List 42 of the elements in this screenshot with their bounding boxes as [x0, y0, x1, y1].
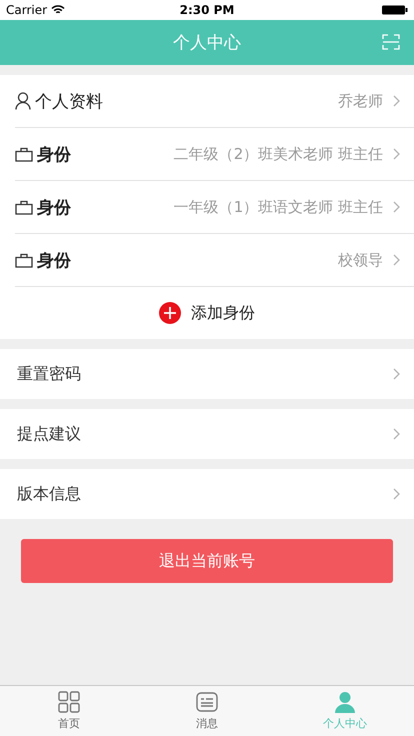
profile-row[interactable]: 身份 校领导 — [15, 234, 414, 287]
person-icon — [15, 92, 31, 110]
briefcase-icon — [15, 146, 33, 162]
wifi-icon — [51, 5, 66, 15]
menu-label: 重置密码 — [17, 364, 81, 384]
chevron-icon — [393, 488, 400, 500]
scan-icon[interactable] — [382, 34, 400, 50]
nav-title: 个人中心 — [173, 32, 241, 54]
grid-icon — [58, 691, 80, 713]
chevron-icon — [393, 368, 400, 380]
row-value: 二年级（2）班美术老师 班主任 — [174, 144, 383, 164]
chevron-icon — [393, 254, 400, 266]
row-label: 身份 — [37, 196, 71, 218]
chevron-icon — [393, 201, 400, 213]
row-label: 身份 — [37, 144, 71, 166]
profile-row[interactable]: 个人资料 乔老师 — [15, 75, 414, 128]
briefcase-icon — [15, 200, 33, 214]
add-identity-button[interactable]: 添加身份 — [159, 302, 255, 324]
tab[interactable]: 首页 — [0, 686, 138, 736]
chevron-icon — [393, 428, 400, 440]
row-value: 校领导 — [338, 250, 383, 270]
message-icon — [196, 691, 218, 713]
person-icon — [334, 691, 356, 713]
row-value: 乔老师 — [338, 92, 383, 110]
profile-row[interactable]: 身份 一年级（1）班语文老师 班主任 — [15, 181, 414, 234]
chevron-icon — [393, 95, 400, 107]
carrier-text: Carrier — [6, 3, 48, 17]
row-label: 身份 — [37, 250, 71, 272]
menu-row[interactable]: 提点建议 — [0, 409, 414, 459]
plus-icon — [159, 302, 181, 324]
clock-text: 2:30 PM — [178, 3, 236, 17]
menu-row[interactable]: 重置密码 — [0, 349, 414, 399]
menu-label: 版本信息 — [17, 484, 81, 504]
row-label: 个人资料 — [35, 90, 103, 112]
battery-icon — [382, 5, 408, 15]
briefcase-icon — [15, 252, 33, 268]
menu-label: 提点建议 — [17, 424, 81, 444]
tab[interactable]: 消息 — [138, 686, 276, 736]
chevron-icon — [393, 148, 400, 160]
row-value: 一年级（1）班语文老师 班主任 — [174, 198, 383, 216]
profile-row[interactable]: 身份 二年级（2）班美术老师 班主任 — [15, 128, 414, 181]
menu-row[interactable]: 版本信息 — [0, 469, 414, 519]
